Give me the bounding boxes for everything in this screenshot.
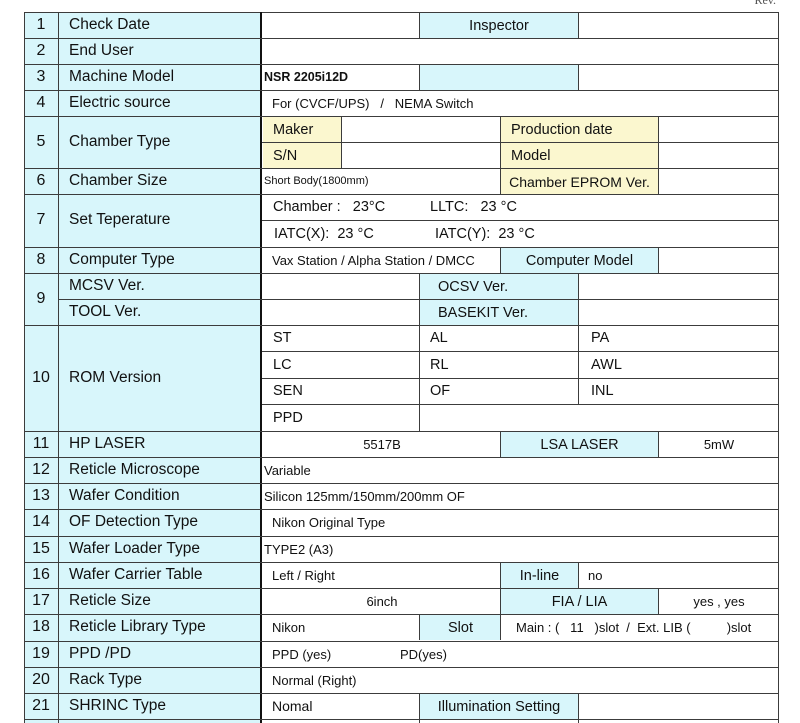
row-number: 3 — [36, 68, 46, 85]
row-label-set-temperature: Set Teperature — [69, 211, 171, 228]
iatc-x-temperature: IATC(X): 23 °C — [274, 226, 374, 242]
row-number: 19 — [32, 645, 50, 662]
machine-model-extra-label — [420, 65, 578, 90]
reticle-microscope-value: Variable — [264, 462, 311, 478]
row-label-wafer-loader-type: Wafer Loader Type — [69, 540, 200, 557]
row-number: 2 — [36, 42, 46, 59]
row-number: 18 — [32, 618, 50, 635]
rom-item: AWL — [591, 357, 622, 373]
fia-lia-label: FIA / LIA — [501, 589, 658, 614]
chamber-eprom-label: Chamber EPROM Ver. — [501, 169, 658, 194]
wafer-condition-value: Silicon 125mm/150mm/200mm OF — [264, 488, 465, 504]
revision-label: Rev. — [754, 0, 776, 7]
computer-type-value: Vax Station / Alpha Station / DMCC — [272, 252, 475, 268]
row-number: 11 — [32, 435, 50, 452]
row-label-ppd-pd: PPD /PD — [69, 645, 132, 662]
rom-item: PPD — [273, 410, 303, 426]
row-label-chamber-size: Chamber Size — [69, 172, 168, 189]
reticle-size-value: 6inch — [366, 593, 398, 609]
maker-label: Maker — [263, 117, 341, 142]
slot-label: Slot — [420, 615, 501, 640]
row-label-wafer-carrier-table: Wafer Carrier Table — [69, 566, 203, 583]
sn-label: S/N — [263, 143, 341, 168]
reticle-library-type-value: Nikon — [272, 619, 306, 635]
row-number: 6 — [36, 172, 46, 189]
illumination-setting-label: Illumination Setting — [420, 694, 578, 719]
iatc-y-temperature: IATC(Y): 23 °C — [435, 226, 535, 242]
lltc-temperature: LLTC: 23 °C — [430, 199, 517, 215]
row-label-mcsv-version: MCSV Ver. — [69, 277, 145, 294]
row-label-computer-type: Computer Type — [69, 251, 175, 268]
ocsv-version-label: OCSV Ver. — [420, 274, 578, 299]
row-number: 9 — [36, 290, 46, 307]
fia-lia-value: yes , yes — [693, 593, 745, 609]
row-label-hp-laser: HP LASER — [69, 435, 146, 452]
row-number: 20 — [32, 671, 50, 688]
row-number: 16 — [32, 566, 50, 583]
chamber-temperature: Chamber : 23°C — [273, 199, 386, 215]
rom-item: ST — [273, 330, 292, 346]
inspector-label: Inspector — [420, 13, 578, 38]
inline-value: no — [588, 567, 603, 583]
electric-source-value: For (CVCF/UPS) / NEMA Switch — [272, 95, 474, 111]
row-label-electric-source: Electric source — [69, 94, 171, 111]
row-number: 17 — [32, 592, 50, 609]
row-label-rom-version: ROM Version — [69, 369, 162, 386]
pd-value: PD(yes) — [400, 646, 447, 662]
lsa-laser-label: LSA LASER — [501, 432, 658, 457]
hp-laser-value: 5517B — [363, 436, 401, 452]
wafer-carrier-table-value: Left / Right — [272, 567, 335, 583]
rom-item: INL — [591, 383, 614, 399]
slot-value: Main : ( 11 )slot / Ext. LIB ( )slot — [516, 619, 752, 635]
row-label-reticle-microscope: Reticle Microscope — [69, 461, 200, 478]
rom-item: AL — [430, 330, 448, 346]
row-label-check-date: Check Date — [69, 16, 150, 33]
row-label-rack-type: Rack Type — [69, 671, 142, 688]
rom-item: SEN — [273, 383, 303, 399]
wafer-loader-type-value: TYPE2 (A3) — [264, 541, 334, 557]
row-label-machine-model: Machine Model — [69, 68, 175, 85]
production-date-label: Production date — [501, 117, 658, 142]
row-number: 1 — [36, 16, 46, 33]
lsa-laser-value: 5mW — [703, 436, 735, 452]
row-label-chamber-type: Chamber Type — [69, 133, 171, 150]
shrinc-type-value: Nomal — [272, 698, 313, 714]
row-number: 15 — [32, 540, 50, 557]
row-number: 7 — [36, 211, 46, 228]
row-number: 10 — [32, 369, 50, 386]
row-label-wafer-condition: Wafer Condition — [69, 487, 180, 504]
row-label-reticle-size: Reticle Size — [69, 592, 151, 609]
row-number: 13 — [32, 487, 50, 504]
row-number: 12 — [32, 461, 50, 478]
ppd-value: PPD (yes) — [272, 646, 332, 662]
basekit-version-label: BASEKIT Ver. — [420, 300, 578, 325]
rom-item: PA — [591, 330, 610, 346]
of-detection-type-value: Nikon Original Type — [272, 514, 386, 530]
rack-type-value: Normal (Right) — [272, 672, 357, 688]
row-label-end-user: End User — [69, 42, 134, 59]
computer-model-label: Computer Model — [501, 248, 658, 273]
rom-item: OF — [430, 383, 451, 399]
model-label: Model — [501, 143, 658, 168]
machine-checklist-table: 1 Check Date Inspector 2 End User 3 Mach… — [24, 12, 779, 723]
row-label-shrinc-type: SHRINC Type — [69, 697, 167, 714]
row-number: 8 — [36, 251, 46, 268]
row-label-of-detection-type: OF Detection Type — [69, 513, 198, 530]
row-number: 21 — [32, 697, 50, 714]
chamber-size-value: Short Body(1800mm) — [264, 175, 369, 187]
row-number: 5 — [36, 133, 46, 150]
row-number: 4 — [36, 94, 46, 111]
rom-item: RL — [430, 357, 449, 373]
row-label-tool-version: TOOL Ver. — [69, 303, 142, 320]
inline-label: In-line — [501, 563, 578, 588]
rom-item: LC — [273, 357, 292, 373]
machine-model-value: NSR 2205i12D — [264, 70, 349, 84]
row-label-reticle-library-type: Reticle Library Type — [69, 618, 206, 635]
row-number: 14 — [32, 513, 50, 530]
